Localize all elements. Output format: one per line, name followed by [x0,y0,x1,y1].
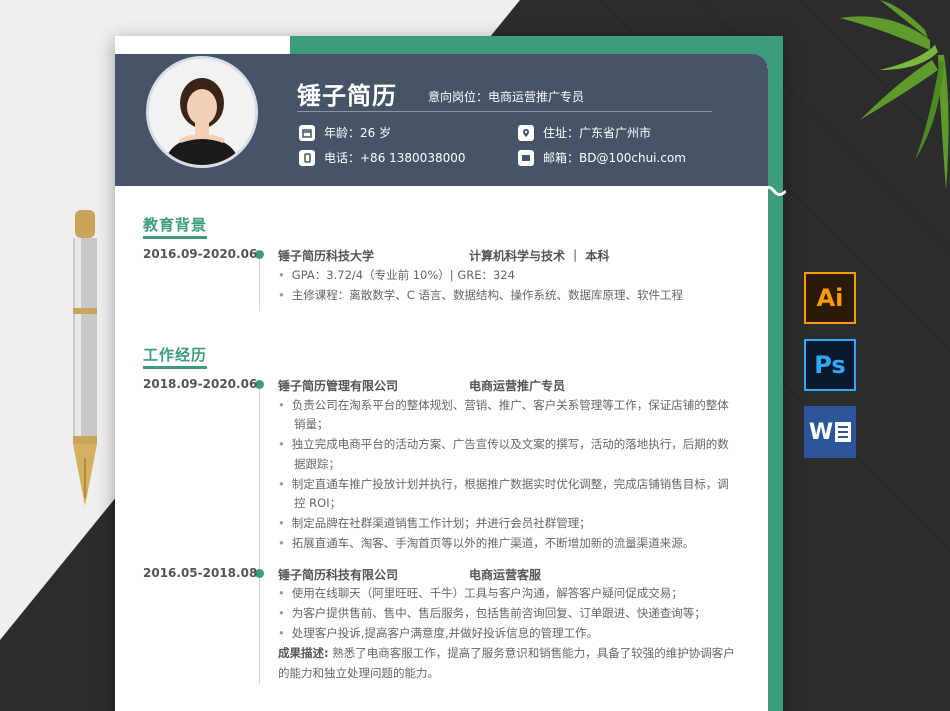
strip-wave [764,186,786,196]
calendar-icon [299,124,315,141]
word-icon: W [804,406,856,458]
result-desc: 成果描述: 熟悉了电商客服工作，提高了服务意识和销售能力，具备了较强的维护协调客… [278,646,735,660]
job2-company: 锤子简历科技有限公司 [278,568,399,582]
job1-company: 锤子简历管理有限公司 [278,379,399,393]
list-item-cont: 销量； [294,417,329,431]
list-item: • 为客户提供售前、售中、售后服务，包括售前咨询回复、订单跟进、快递查询等； [278,606,706,620]
pen-decoration [73,210,97,506]
list-item: • 制定品牌在社群渠道销售工作计划；并进行会员社群管理； [278,516,591,530]
header-divider [297,111,712,112]
address-text: 住址：广东省广州市 [543,126,652,140]
list-item: • 拓展直通车、淘客、手淘首页等以外的推广渠道，不断增加新的流量渠道来源。 [278,536,695,550]
resume-name: 锤子简历 [297,82,397,110]
job2-date: 2016.05-2018.08 [143,566,258,580]
photoshop-icon: Ps [804,339,856,391]
result-desc-cont: 的能力和独立处理问题的能力。 [278,666,439,680]
illustrator-icon: Ai [804,272,856,324]
avatar [146,56,258,168]
work-underline [143,366,207,369]
info-email: 邮箱：BD@100chui.com [518,149,686,166]
school-name: 锤子简历科技大学 [278,249,375,263]
job-intent: 意向岗位：电商运营推广专员 [428,90,585,104]
accent-strip [768,36,783,711]
job1-role: 电商运营推广专员 [469,379,566,393]
info-address: 住址：广东省广州市 [518,124,651,141]
major-degree: 计算机科学与技术 ｜ 本科 [469,249,610,263]
list-item: • GPA：3.72/4（专业前 10%）| GRE：324 [278,268,515,282]
education-date: 2016.09-2020.06 [143,247,258,261]
education-timeline [259,258,260,310]
list-item: • 处理客户投诉,提高客户满意度,并做好投诉信息的管理工作。 [278,626,599,640]
plant-decoration [840,0,949,190]
work-timeline [259,388,260,684]
phone-text: 电话：+86 1380038000 [324,151,466,165]
list-item: • 制定直通车推广投放计划并执行，根据推广数据实时优化调整，完成店铺销售目标，调 [278,477,729,491]
work-title: 工作经历 [143,346,208,364]
list-item: • 使用在线聊天（阿里旺旺、千牛）工具与客户沟通，解答客户疑问促成交易； [278,586,683,600]
education-underline [143,236,207,239]
list-item-cont: 据跟踪； [294,457,340,471]
info-phone: 电话：+86 1380038000 [299,149,466,166]
result-label: 成果描述: [278,646,329,660]
info-age: 年龄：26 岁 [299,124,391,141]
email-text: 邮箱：BD@100chui.com [543,151,686,165]
list-item-cont: 控 ROI； [294,496,342,510]
list-item: • 主修课程：离散数学、C 语言、数据结构、操作系统、数据库原理、软件工程 [278,288,683,302]
education-title: 教育背景 [143,216,208,234]
phone-icon [299,149,315,166]
location-icon [518,124,534,141]
age-text: 年龄：26 岁 [324,126,392,140]
list-item: • 负责公司在淘系平台的整体规划、营销、推广、客户关系管理等工作，保证店铺的整体 [278,398,729,412]
job1-date: 2018.09-2020.06 [143,377,258,391]
mail-icon [518,149,534,166]
job2-role: 电商运营客服 [469,568,542,582]
list-item: • 独立完成电商平台的活动方案、广告宣传以及文案的撰写，活动的落地执行，后期的数 [278,437,729,451]
